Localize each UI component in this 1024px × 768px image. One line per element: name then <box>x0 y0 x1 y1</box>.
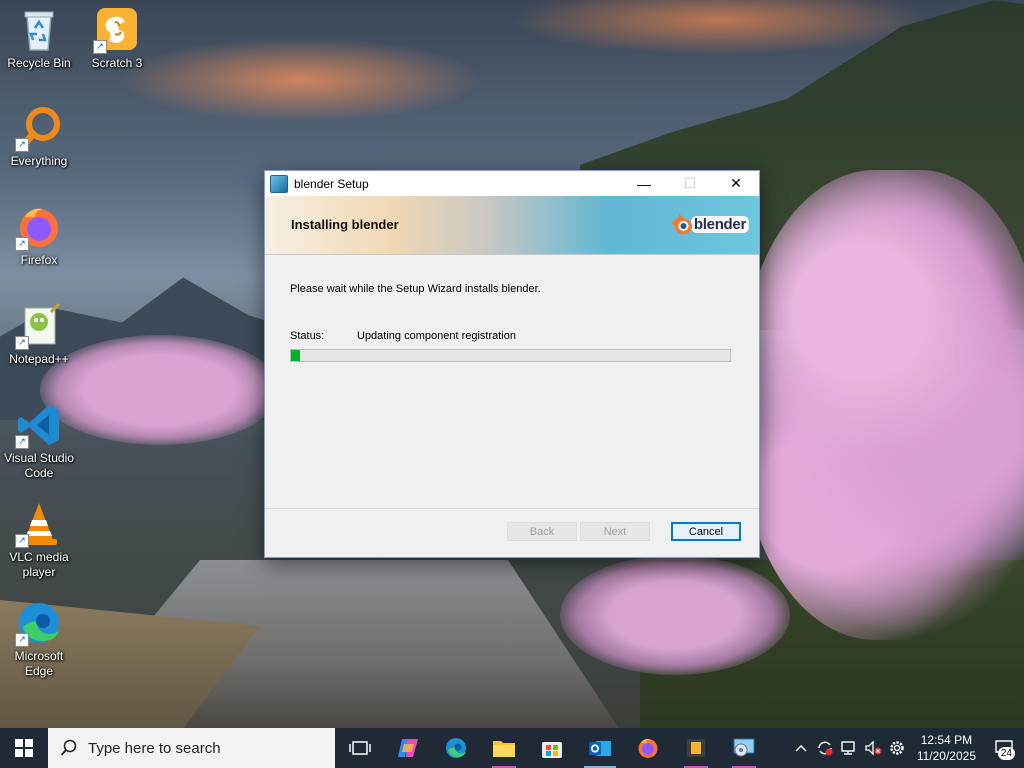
tray-network[interactable] <box>837 728 861 768</box>
next-button: Next <box>580 522 650 541</box>
notepad-plus-plus-icon: ↗ <box>15 302 63 350</box>
taskbar-file-explorer[interactable] <box>480 728 528 768</box>
taskbar-edge[interactable] <box>432 728 480 768</box>
dialog-title: blender Setup <box>294 176 369 191</box>
shortcut-arrow-icon: ↗ <box>15 435 29 449</box>
blender-logo-text: blender <box>690 215 749 233</box>
everything-search-icon: ↗ <box>15 104 63 152</box>
notification-center-button[interactable]: 24 <box>984 728 1024 768</box>
dialog-content: Please wait while the Setup Wizard insta… <box>265 255 759 505</box>
windows-logo-icon <box>15 739 33 757</box>
network-icon <box>841 741 855 755</box>
taskbar: Type here to search 12:54 PM 11/20/2025 … <box>0 728 1024 768</box>
desktop-icon-label: Firefox <box>20 253 58 267</box>
tray-sync[interactable] <box>813 728 837 768</box>
desktop-icon-label: VLC media player <box>9 550 69 579</box>
scratch-icon: ↗ <box>93 6 141 54</box>
desktop-icon-label: Everything <box>10 154 68 168</box>
vlc-cone-icon: ↗ <box>15 500 63 548</box>
sync-icon <box>818 741 833 756</box>
taskbar-task-view[interactable] <box>336 728 384 768</box>
desktop-icon-edge[interactable]: ↗ Microsoft Edge <box>1 599 77 679</box>
start-button[interactable] <box>0 728 48 768</box>
taskbar-clock[interactable]: 12:54 PM 11/20/2025 <box>909 732 984 764</box>
taskbar-scratch[interactable] <box>672 728 720 768</box>
minimize-button[interactable]: — <box>621 171 667 196</box>
task-view-icon <box>349 741 371 755</box>
taskbar-firefox[interactable] <box>624 728 672 768</box>
taskbar-copilot[interactable] <box>384 728 432 768</box>
desktop-icon-label: Visual Studio Code <box>4 451 74 480</box>
tray-volume[interactable] <box>861 728 885 768</box>
desktop-icon-label: Recycle Bin <box>7 56 71 70</box>
dialog-footer: Back Next Cancel <box>265 508 759 558</box>
clock-date: 11/20/2025 <box>916 749 976 763</box>
taskbar-blender-setup[interactable] <box>720 728 768 768</box>
wait-message: Please wait while the Setup Wizard insta… <box>290 283 541 295</box>
progress-fill <box>291 350 300 361</box>
taskbar-microsoft-store[interactable] <box>528 728 576 768</box>
banner-heading: Installing blender <box>291 217 399 232</box>
desktop-icon-label: Scratch 3 <box>91 56 143 70</box>
edge-icon <box>446 738 466 758</box>
shortcut-arrow-icon: ↗ <box>15 336 29 350</box>
status-text: Updating component registration <box>357 330 516 342</box>
cancel-button[interactable]: Cancel <box>671 522 741 541</box>
volume-muted-icon <box>865 740 882 756</box>
wallpaper-blossom-tree <box>740 170 1024 640</box>
install-progress-bar <box>290 349 731 362</box>
wallpaper-blossom-middle <box>560 555 790 675</box>
maximize-button: ☐ <box>667 171 713 196</box>
shortcut-arrow-icon: ↗ <box>15 237 29 251</box>
vscode-icon: ↗ <box>15 401 63 449</box>
taskbar-search-box[interactable]: Type here to search <box>48 728 335 768</box>
system-tray: 12:54 PM 11/20/2025 24 <box>789 728 1024 768</box>
installer-icon <box>733 738 755 757</box>
desktop-icon-everything[interactable]: ↗ Everything <box>1 104 77 169</box>
installer-app-icon <box>270 174 288 193</box>
shortcut-arrow-icon: ↗ <box>15 138 29 152</box>
shortcut-arrow-icon: ↗ <box>93 40 107 54</box>
edge-icon: ↗ <box>15 599 63 647</box>
outlook-icon <box>589 741 611 756</box>
recycle-bin-icon <box>15 6 63 54</box>
search-placeholder: Type here to search <box>88 739 221 757</box>
setup-dialog: blender Setup — ☐ ✕ Installing blender b… <box>264 170 760 558</box>
blender-logo-icon <box>669 211 695 237</box>
tray-settings[interactable] <box>885 728 909 768</box>
firefox-icon <box>638 738 658 758</box>
search-icon <box>60 739 77 756</box>
chevron-up-icon <box>795 744 807 752</box>
scratch-icon <box>687 739 705 757</box>
taskbar-outlook[interactable] <box>576 728 624 768</box>
show-hidden-icons-button[interactable] <box>789 728 813 768</box>
close-button[interactable]: ✕ <box>713 171 759 196</box>
settings-icon <box>890 741 904 755</box>
maximize-icon: ☐ <box>683 175 697 191</box>
desktop-icon-notepadpp[interactable]: ↗ Notepad++ <box>1 302 77 367</box>
back-button: Back <box>507 522 577 541</box>
close-icon: ✕ <box>730 175 742 191</box>
desktop-icon-vlc[interactable]: ↗ VLC media player <box>1 500 77 580</box>
desktop-icon-scratch[interactable]: ↗ Scratch 3 <box>79 6 155 71</box>
blender-logo: blender <box>669 211 749 237</box>
notification-count-badge: 24 <box>997 747 1015 760</box>
store-icon <box>542 742 562 758</box>
dialog-titlebar[interactable]: blender Setup — ☐ ✕ <box>265 171 759 196</box>
status-label: Status: <box>290 330 325 342</box>
folder-icon <box>493 741 515 757</box>
firefox-icon: ↗ <box>15 203 63 251</box>
shortcut-arrow-icon: ↗ <box>15 534 29 548</box>
clock-time: 12:54 PM <box>920 733 973 747</box>
copilot-icon <box>398 739 418 757</box>
shortcut-arrow-icon: ↗ <box>15 633 29 647</box>
desktop-icon-recycle-bin[interactable]: Recycle Bin <box>1 6 77 71</box>
minimize-icon: — <box>637 175 651 192</box>
desktop-icon-firefox[interactable]: ↗ Firefox <box>1 203 77 268</box>
desktop-icon-vscode[interactable]: ↗ Visual Studio Code <box>1 401 77 481</box>
desktop-icon-label: Notepad++ <box>9 352 69 366</box>
dialog-banner: Installing blender blender <box>265 196 759 255</box>
desktop-icon-label: Microsoft Edge <box>14 649 64 678</box>
